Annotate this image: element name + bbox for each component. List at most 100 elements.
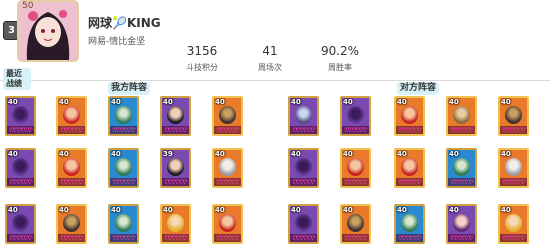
blond-hair-icon <box>167 214 184 232</box>
card-stars: ღღღღღღ <box>448 234 475 242</box>
card-level: 40 <box>8 150 18 158</box>
green-hair-icon <box>115 158 132 176</box>
dark-hair-icon <box>167 158 184 176</box>
enemy-shikigami-card[interactable]: 40 ღღღღღღ <box>340 96 371 136</box>
pink-hair-icon <box>453 214 470 232</box>
red-hair-icon <box>347 158 364 176</box>
my-shikigami-card[interactable]: 39 ღღღღღღ <box>160 148 191 188</box>
card-level: 40 <box>449 150 459 158</box>
avatar-level: 50 <box>22 1 34 11</box>
enemy-shikigami-card[interactable]: 40 ღღღღღღ <box>498 96 529 136</box>
recent-battles-label: 最近战绩 <box>3 68 31 90</box>
card-stars: ღღღღღღ <box>448 126 475 134</box>
card-stars: ღღღღღღ <box>162 178 189 186</box>
card-stars: ღღღღღღ <box>500 234 527 242</box>
player-name: 网球🎾KING <box>88 16 161 30</box>
red-hair-icon <box>63 158 80 176</box>
card-level: 40 <box>501 150 511 158</box>
card-level: 40 <box>397 98 407 106</box>
my-shikigami-card[interactable]: 40 ღღღღღღ <box>56 96 87 136</box>
stat-value-winrate: 90.2% <box>320 44 360 58</box>
enemy-shikigami-card[interactable]: 40 ღღღღღღ <box>340 148 371 188</box>
card-stars: ღღღღღღ <box>58 126 85 134</box>
card-level: 40 <box>397 150 407 158</box>
green-hair-icon <box>453 158 470 176</box>
my-shikigami-card[interactable]: 40 ღღღღღღ <box>160 96 191 136</box>
card-level: 40 <box>501 206 511 214</box>
card-stars: ღღღღღღ <box>110 234 137 242</box>
enemy-shikigami-card[interactable]: 40 ღღღღღღ <box>446 148 477 188</box>
card-stars: ღღღღღღ <box>214 126 241 134</box>
card-stars: ღღღღღღ <box>290 126 317 134</box>
card-level: 40 <box>59 150 69 158</box>
enemy-lineup-label: 对方阵容 <box>397 82 440 95</box>
purple-hood-icon <box>12 158 29 176</box>
my-shikigami-card[interactable]: 40 ღღღღღღ <box>160 204 191 244</box>
white-hair-icon <box>219 158 236 176</box>
card-stars: ღღღღღღ <box>7 234 34 242</box>
red-hair-icon <box>219 214 236 232</box>
card-stars: ღღღღღღ <box>110 126 137 134</box>
player-server: 网易-情比金坚 <box>88 37 146 47</box>
stat-label-winrate: 周胜率 <box>328 63 352 72</box>
card-level: 40 <box>343 206 353 214</box>
card-level: 40 <box>111 206 121 214</box>
masked-beast-icon <box>453 106 470 124</box>
black-hair-icon <box>167 106 184 124</box>
my-shikigami-card[interactable]: 40 ღღღღღღ <box>212 204 243 244</box>
card-level: 40 <box>111 150 121 158</box>
card-level: 40 <box>449 98 459 106</box>
card-level: 40 <box>8 206 18 214</box>
my-shikigami-card[interactable]: 40 ღღღღღღ <box>108 96 139 136</box>
card-level: 40 <box>343 98 353 106</box>
card-stars: ღღღღღღ <box>342 126 369 134</box>
card-stars: ღღღღღღ <box>290 234 317 242</box>
my-shikigami-card[interactable]: 40 ღღღღღღ <box>5 148 36 188</box>
red-hair-icon <box>401 106 418 124</box>
my-shikigami-card[interactable]: 40 ღღღღღღ <box>5 96 36 136</box>
enemy-shikigami-card[interactable]: 40 ღღღღღღ <box>498 204 529 244</box>
card-stars: ღღღღღღ <box>342 234 369 242</box>
purple-hood-icon <box>295 214 312 232</box>
armored-general-icon <box>505 106 522 124</box>
blue-demon-icon <box>295 106 312 124</box>
card-level: 40 <box>449 206 459 214</box>
enemy-shikigami-card[interactable]: 40 ღღღღღღ <box>446 204 477 244</box>
enemy-shikigami-card[interactable]: 40 ღღღღღღ <box>498 148 529 188</box>
enemy-shikigami-card[interactable]: 40 ღღღღღღ <box>288 204 319 244</box>
green-hair-icon <box>401 214 418 232</box>
my-shikigami-card[interactable]: 40 ღღღღღღ <box>56 204 87 244</box>
card-stars: ღღღღღღ <box>396 234 423 242</box>
enemy-shikigami-card[interactable]: 40 ღღღღღღ <box>394 96 425 136</box>
card-level: 40 <box>291 150 301 158</box>
enemy-shikigami-card[interactable]: 40 ღღღღღღ <box>340 204 371 244</box>
purple-hood-icon <box>295 158 312 176</box>
enemy-shikigami-card[interactable]: 40 ღღღღღღ <box>394 148 425 188</box>
card-stars: ღღღღღღ <box>214 178 241 186</box>
enemy-shikigami-card[interactable]: 40 ღღღღღღ <box>288 148 319 188</box>
my-shikigami-card[interactable]: 40 ღღღღღღ <box>5 204 36 244</box>
card-stars: ღღღღღღ <box>290 178 317 186</box>
my-shikigami-card[interactable]: 40 ღღღღღღ <box>108 204 139 244</box>
my-shikigami-card[interactable]: 40 ღღღღღღ <box>212 148 243 188</box>
stat-label-matches: 周场次 <box>258 63 282 72</box>
green-hair-icon <box>115 214 132 232</box>
my-shikigami-card[interactable]: 40 ღღღღღღ <box>212 96 243 136</box>
enemy-shikigami-card[interactable]: 40 ღღღღღღ <box>288 96 319 136</box>
card-stars: ღღღღღღ <box>500 178 527 186</box>
enemy-shikigami-card[interactable]: 40 ღღღღღღ <box>394 204 425 244</box>
green-hair-icon <box>115 106 132 124</box>
card-level: 39 <box>163 150 173 158</box>
card-level: 40 <box>163 98 173 106</box>
card-stars: ღღღღღღ <box>7 178 34 186</box>
my-shikigami-card[interactable]: 40 ღღღღღღ <box>56 148 87 188</box>
card-level: 40 <box>291 206 301 214</box>
card-level: 40 <box>215 206 225 214</box>
card-stars: ღღღღღღ <box>396 178 423 186</box>
my-lineup-label: 我方阵容 <box>108 82 151 95</box>
card-stars: ღღღღღღ <box>500 126 527 134</box>
card-stars: ღღღღღღ <box>396 126 423 134</box>
enemy-shikigami-card[interactable]: 40 ღღღღღღ <box>446 96 477 136</box>
card-level: 40 <box>215 98 225 106</box>
my-shikigami-card[interactable]: 40 ღღღღღღ <box>108 148 139 188</box>
